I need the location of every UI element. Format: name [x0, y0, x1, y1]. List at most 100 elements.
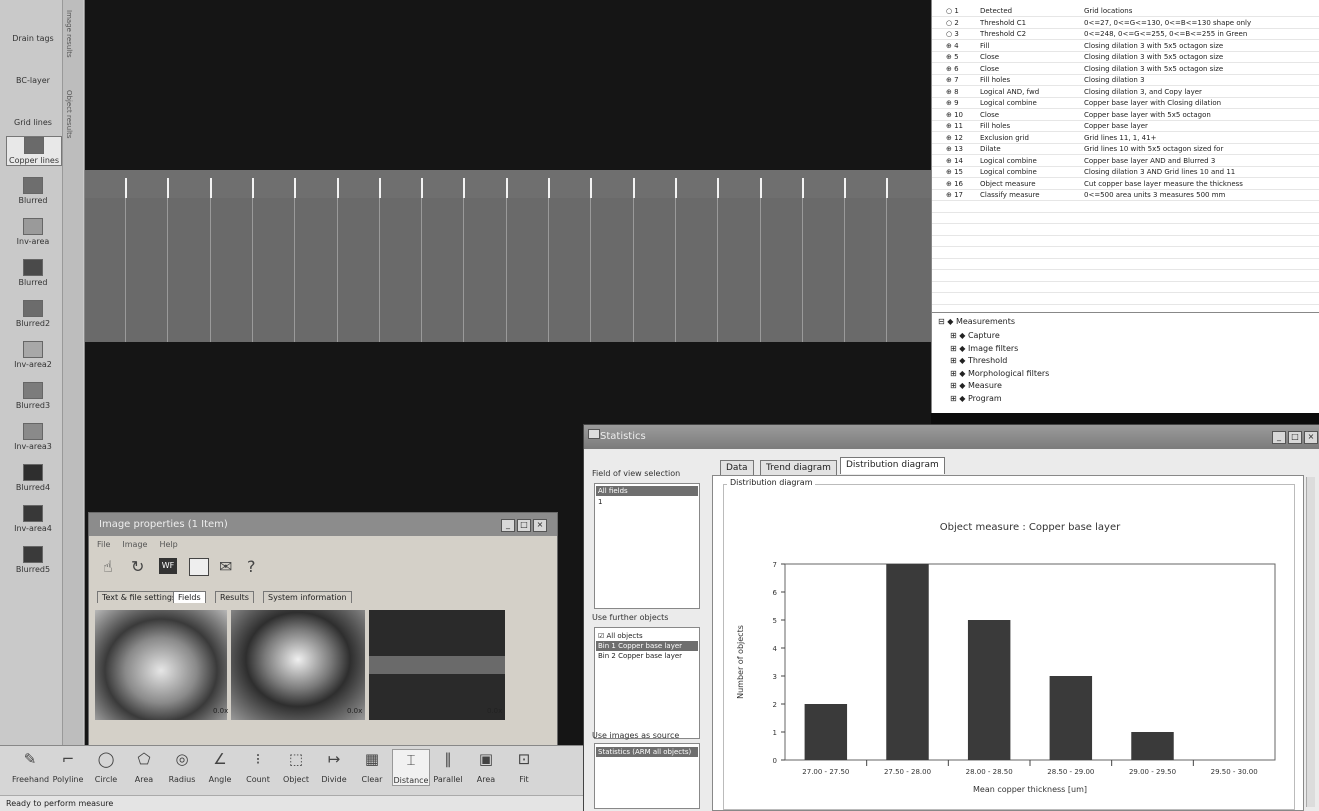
statistics-tab[interactable]: Data: [720, 460, 754, 475]
bar-4: [1049, 676, 1093, 760]
minimize-button[interactable]: _: [501, 519, 515, 532]
bar-5: [1131, 732, 1174, 760]
tree-node[interactable]: ⊞ ◆ Threshold: [950, 356, 1007, 365]
palette-layer-item[interactable]: Inv-area3: [6, 423, 60, 451]
window-title: Image properties (1 Item): [89, 513, 557, 536]
menu-item[interactable]: Help: [159, 540, 177, 549]
tree-root[interactable]: ⊟ ◆ Measurements: [938, 317, 1015, 326]
fov-list[interactable]: All fields 1: [594, 483, 700, 609]
distribution-chart: Object measure : Copper base layer 0 1 2 3 4 5…: [736, 522, 1276, 794]
grid-line: [759, 198, 761, 342]
bar-2: [886, 564, 929, 760]
palette-layer-item[interactable]: Blurred2: [6, 300, 60, 328]
minimize-button[interactable]: _: [1272, 431, 1286, 444]
help-icon[interactable]: ?: [247, 557, 256, 576]
pencil-icon: ✎: [23, 750, 37, 768]
statistics-tab[interactable]: Trend diagram: [760, 460, 837, 475]
parallel-tool-button[interactable]: ∥ Parallel: [430, 749, 466, 784]
list-item-selected[interactable]: Bin 1 Copper base layer: [596, 641, 698, 651]
grid-tick: [590, 178, 593, 198]
layer-swatch: [23, 505, 43, 522]
layer-swatch: [23, 382, 43, 399]
refresh-icon[interactable]: ↻: [131, 557, 144, 576]
polyline-tool-button[interactable]: ⌐ Polyline: [50, 749, 86, 784]
grid-line: [463, 198, 465, 342]
image-icon[interactable]: [189, 558, 209, 576]
layer-label: Inv-area2: [14, 360, 52, 369]
palette-layer-item[interactable]: Blurred: [6, 259, 60, 287]
wf-icon[interactable]: WF: [159, 558, 177, 574]
pencil-tool-button[interactable]: ✎ Freehand: [12, 749, 49, 784]
close-button[interactable]: ×: [533, 519, 547, 532]
list-item[interactable]: Bin 2 Copper base layer: [598, 651, 682, 661]
palette-layer-item[interactable]: Inv-area: [6, 218, 60, 246]
grid-line: [844, 198, 846, 342]
properties-tab[interactable]: Text & file settings: [97, 591, 182, 603]
tool-label: Fit: [519, 775, 529, 784]
circle-tool-button[interactable]: ◯ Circle: [88, 749, 124, 784]
row-divider: [932, 142, 1319, 144]
grid-tick: [294, 178, 297, 198]
scrollbar[interactable]: [1306, 477, 1315, 807]
palette-layer-item[interactable]: Inv-area4: [6, 505, 60, 533]
y-tick-label: 6: [773, 589, 778, 597]
grid-tick: [209, 178, 212, 198]
list-item[interactable]: ☑ All objects: [598, 631, 643, 641]
maximize-button[interactable]: □: [1288, 431, 1302, 444]
grid-line: [167, 198, 169, 342]
tree-node[interactable]: ⊞ ◆ Morphological filters: [950, 369, 1049, 378]
row-divider: [932, 188, 1319, 190]
grid-line: [674, 198, 676, 342]
close-button[interactable]: ×: [1304, 431, 1318, 444]
palette-header-item[interactable]: Drain tags: [6, 34, 60, 43]
thumbnail-2[interactable]: [231, 610, 365, 720]
fit-tool-button[interactable]: ⊡ Fit: [506, 749, 542, 784]
properties-tab[interactable]: Fields: [173, 591, 206, 603]
tree-node[interactable]: ⊞ ◆ Capture: [950, 331, 1000, 340]
palette-layer-item[interactable]: Copper lines: [6, 136, 62, 166]
thumbnail-3[interactable]: [369, 610, 505, 720]
maximize-button[interactable]: □: [517, 519, 531, 532]
row-divider: [932, 200, 1319, 201]
row-divider: [932, 257, 1319, 259]
properties-tab[interactable]: System information: [263, 591, 352, 603]
hand-icon[interactable]: ☝: [103, 557, 113, 576]
palette-layer-item[interactable]: Inv-area2: [6, 341, 60, 369]
distance-tool-button[interactable]: ⌶ Distance: [392, 749, 430, 786]
object-tool-button[interactable]: ⬚ Object: [278, 749, 314, 784]
list-item[interactable]: 1: [598, 497, 602, 507]
list-item-selected[interactable]: All fields: [596, 486, 698, 496]
palette-layer-item[interactable]: Blurred: [6, 177, 60, 205]
tool-label: Count: [246, 775, 270, 784]
palette-layer-item[interactable]: Blurred5: [6, 546, 60, 574]
menu-item[interactable]: Image: [122, 540, 147, 549]
tree-node[interactable]: ⊞ ◆ Measure: [950, 381, 1002, 390]
envelope-icon[interactable]: ✉: [219, 557, 232, 576]
properties-tab[interactable]: Results: [215, 591, 254, 603]
area-tool-button[interactable]: ⬠ Area: [126, 749, 162, 784]
palette-header-item[interactable]: BC-layer: [6, 76, 60, 85]
statistics-tab[interactable]: Distribution diagram: [840, 457, 945, 474]
palette-layer-item[interactable]: Blurred4: [6, 464, 60, 492]
objects-list[interactable]: ☑ All objects Bin 1 Copper base layer Bin …: [594, 627, 700, 739]
x-tick-label: 27.00 - 27.50: [802, 768, 849, 776]
row-divider: [932, 211, 1319, 213]
grid-line: [632, 198, 634, 342]
thumbnail-1[interactable]: [95, 610, 227, 720]
area2-tool-button[interactable]: ▣ Area: [468, 749, 504, 784]
list-item-selected[interactable]: Statistics (ARM all objects): [596, 747, 698, 757]
row-divider: [932, 50, 1319, 52]
menu-item[interactable]: File: [97, 540, 110, 549]
count-tool-button[interactable]: ⁝ Count: [240, 749, 276, 784]
tree-node[interactable]: ⊞ ◆ Image filters: [950, 344, 1018, 353]
divide-tool-button[interactable]: ↦ Divide: [316, 749, 352, 784]
palette-header-item[interactable]: Grid lines: [6, 118, 60, 127]
source-list[interactable]: Statistics (ARM all objects): [594, 743, 700, 809]
clear-tool-button[interactable]: ▦ Clear: [354, 749, 390, 784]
tree-node[interactable]: ⊞ ◆ Program: [950, 394, 1002, 403]
divide-icon: ↦: [327, 750, 341, 768]
radius-tool-button[interactable]: ◎ Radius: [164, 749, 200, 784]
palette-layer-item[interactable]: Blurred3: [6, 382, 60, 410]
layer-swatch: [24, 137, 44, 154]
angle-tool-button[interactable]: ∠ Angle: [202, 749, 238, 784]
